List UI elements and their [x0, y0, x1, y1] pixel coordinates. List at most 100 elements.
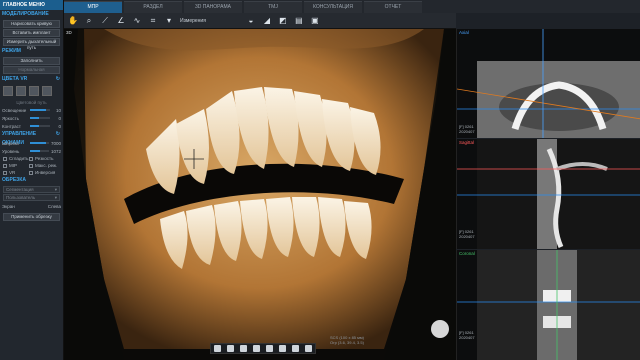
tab-2[interactable]: 3D ПАНОРАМА	[184, 1, 242, 13]
slider-value[interactable]: 0	[52, 116, 61, 121]
freehand-icon[interactable]: ∿	[132, 16, 142, 26]
fill-button[interactable]: Заполнить	[3, 57, 60, 65]
normal-button[interactable]: Нормальная	[3, 66, 60, 74]
reset-view-icon[interactable]	[292, 345, 299, 352]
tab-4[interactable]: КОНСУЛЬТАЦИЯ	[304, 1, 362, 13]
slider-track[interactable]	[30, 125, 50, 127]
sliders-slider-row: Яркость 0	[0, 114, 63, 122]
check-label: VR	[9, 170, 16, 175]
chevron-down-icon: ▾	[54, 187, 57, 192]
view-back-icon[interactable]	[227, 345, 234, 352]
slider-value[interactable]: 10	[52, 108, 61, 113]
check-label: Инверсия	[35, 170, 56, 175]
scan-info: SCS (100 x 85 мм) Огр (3.6, 39.4, 3.5)	[330, 335, 364, 345]
preset-3[interactable]	[29, 86, 39, 96]
section-window-label: УПРАВЛЕНИЕ ОКНАМИ	[2, 131, 37, 146]
hand-icon[interactable]: ✋	[68, 16, 78, 26]
orientation-head-icon[interactable]	[431, 320, 449, 338]
checkbox[interactable]	[29, 163, 33, 168]
3d-view[interactable]: 3D	[64, 29, 456, 360]
insert-implant-button[interactable]: Вставить имплант	[3, 29, 60, 37]
slider-label: Освещение	[2, 107, 27, 113]
measure-label[interactable]: Измерения	[180, 18, 206, 24]
axial-image	[457, 29, 640, 138]
view-controls-bar	[210, 343, 316, 354]
tab-3[interactable]: TMJ	[244, 1, 302, 13]
chevron-down-icon: ▾	[54, 195, 57, 200]
slider-value[interactable]: 7000	[51, 141, 61, 146]
sagittal-meta: [F] 0261 2020407	[459, 229, 475, 239]
check-label: Резкость	[35, 156, 54, 161]
slider-track[interactable]	[30, 150, 49, 152]
export-icon[interactable]: ▤	[294, 16, 304, 26]
section-modeling-label: МОДЕЛИРОВАНИЕ	[2, 11, 49, 17]
slider-track[interactable]	[30, 109, 50, 111]
slider-label: Яркость	[2, 115, 19, 121]
section-clipping-label: ОБРЕЗКА	[2, 177, 26, 183]
option-check-row: Сгладить Резкость	[0, 155, 63, 162]
tab-1[interactable]: РАЗДЕЛ	[124, 1, 182, 13]
angle-icon[interactable]: ∠	[116, 16, 126, 26]
zoom-icon[interactable]: ⌕	[84, 16, 94, 26]
checkbox[interactable]	[29, 170, 33, 175]
preset-path-label: Цветовой путь	[16, 99, 47, 105]
section-clipping: ОБРЕЗКА	[0, 176, 63, 185]
axial-title: Axial	[459, 30, 469, 35]
preset-1[interactable]	[3, 86, 13, 96]
checkbox[interactable]	[3, 156, 7, 161]
contrast-icon[interactable]: ◒	[246, 16, 256, 26]
view-left-icon[interactable]	[240, 345, 247, 352]
line-icon[interactable]: ⟋	[100, 16, 110, 26]
section-modeling: МОДЕЛИРОВАНИЕ	[0, 10, 63, 19]
segmentation-dropdown[interactable]: Сегментация ▾	[3, 186, 60, 193]
tab-5[interactable]: ОТЧЕТ	[364, 1, 422, 13]
left-sidebar: ГЛАВНОЕ МЕНЮ МОДЕЛИРОВАНИЕ Нарисовать кр…	[0, 0, 64, 360]
screenshot-icon[interactable]: ▣	[310, 16, 320, 26]
apply-clip-button[interactable]: Применить обрезку	[3, 213, 60, 221]
slider-label: Уровень	[2, 148, 20, 154]
sliders-slider-row: Контраст 0	[0, 122, 63, 130]
measure-airway-button[interactable]: Измерить дыхательный путь	[3, 38, 60, 50]
sagittal-panel[interactable]: Sagittal [F] 0261 2020407	[456, 139, 640, 249]
checkbox[interactable]	[29, 156, 33, 161]
view-right-icon[interactable]	[253, 345, 260, 352]
check-label: Сгладить	[9, 156, 29, 161]
checkbox[interactable]	[3, 163, 7, 168]
view-top-icon[interactable]	[266, 345, 273, 352]
section-window-control: УПРАВЛЕНИЕ ОКНАМИ ↻	[0, 130, 63, 146]
check-label: Макс. реж.	[35, 163, 58, 168]
sliders-slider-row: Освещение 10	[0, 106, 63, 114]
slider-label: Ширина	[2, 140, 19, 146]
check-label: MIP	[9, 163, 18, 168]
slider-value[interactable]: 0	[52, 124, 61, 129]
slider-track[interactable]	[30, 142, 49, 144]
option-check-row: VR Инверсия	[0, 169, 63, 176]
measure-dropdown-icon[interactable]: ▾	[164, 16, 174, 26]
coronal-image	[457, 250, 640, 360]
app-window: ГЛАВНОЕ МЕНЮ МОДЕЛИРОВАНИЕ Нарисовать кр…	[0, 0, 640, 360]
axial-panel[interactable]: Axial [F] 0261 2020407	[456, 29, 640, 138]
slice-icon[interactable]: ◩	[278, 16, 288, 26]
coronal-panel[interactable]: Coronal [F] 0261 2020407	[456, 250, 640, 360]
preset-4[interactable]	[42, 86, 52, 96]
refresh-icon[interactable]: ↻	[56, 130, 60, 139]
window-slider-row: Уровень 1072	[0, 147, 63, 155]
rotate-icon[interactable]	[305, 345, 312, 352]
crop-icon[interactable]: ⌗	[148, 16, 158, 26]
screen-value[interactable]: Слева	[48, 204, 61, 209]
slider-track[interactable]	[30, 117, 50, 119]
user-dropdown[interactable]: Пользователь ▾	[3, 194, 60, 201]
view-front-icon[interactable]	[214, 345, 221, 352]
tab-0[interactable]: МПР	[64, 1, 122, 13]
refresh-icon[interactable]: ↻	[56, 75, 60, 84]
option-check-row: MIP Макс. реж.	[0, 162, 63, 169]
sagittal-image	[457, 139, 640, 249]
coronal-title: Coronal	[459, 251, 475, 256]
main-menu-button[interactable]: ГЛАВНОЕ МЕНЮ	[0, 0, 63, 10]
view-bottom-icon[interactable]	[279, 345, 286, 352]
draw-curve-button[interactable]: Нарисовать кривую	[3, 20, 60, 28]
window-icon[interactable]: ◢	[262, 16, 272, 26]
checkbox[interactable]	[3, 170, 7, 175]
slider-value[interactable]: 1072	[51, 149, 61, 154]
preset-2[interactable]	[16, 86, 26, 96]
